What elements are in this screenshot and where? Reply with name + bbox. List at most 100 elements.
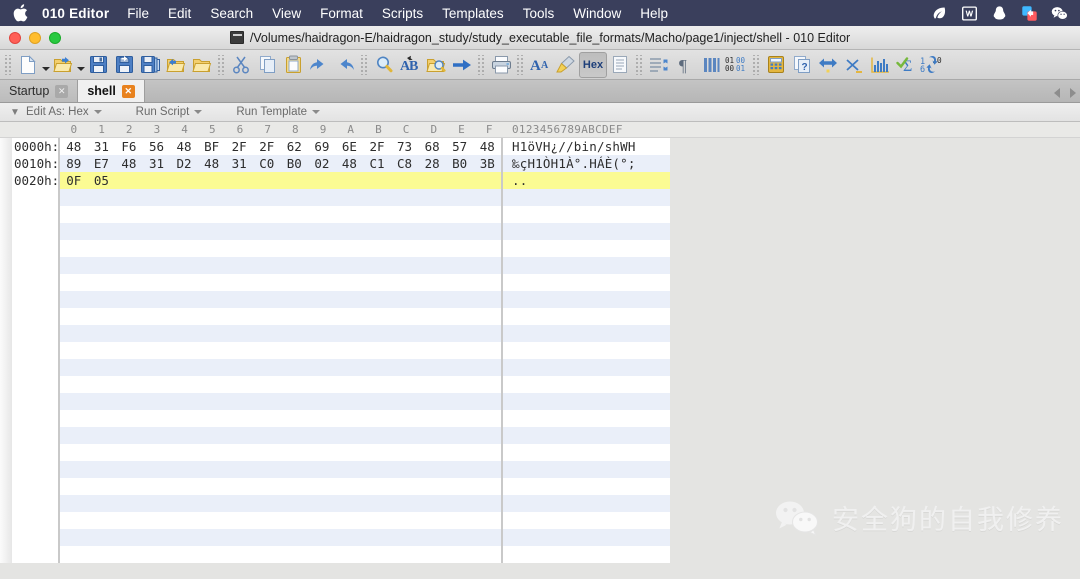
- hex-byte[interactable]: B0: [281, 155, 309, 172]
- menu-window[interactable]: Window: [573, 6, 621, 21]
- toolbar-grip-2[interactable]: [217, 54, 226, 75]
- hex-byte[interactable]: 2F: [253, 138, 281, 155]
- row-ascii[interactable]: [503, 223, 670, 240]
- row-hex-bytes[interactable]: [60, 189, 503, 206]
- menu-search[interactable]: Search: [210, 6, 253, 21]
- hex-byte[interactable]: C0: [253, 155, 281, 172]
- hex-byte[interactable]: 73: [391, 138, 419, 155]
- hex-row[interactable]: [0, 223, 1080, 240]
- hex-row[interactable]: [0, 512, 1080, 529]
- new-file-icon[interactable]: [15, 52, 41, 78]
- apple-logo-icon[interactable]: [12, 4, 28, 22]
- row-ascii[interactable]: [503, 240, 670, 257]
- row-hex-bytes[interactable]: [60, 223, 503, 240]
- font-icon[interactable]: AA: [527, 52, 553, 78]
- menu-templates[interactable]: Templates: [442, 6, 504, 21]
- hex-byte[interactable]: 28: [418, 155, 446, 172]
- hex-byte[interactable]: 31: [225, 155, 253, 172]
- row-ascii[interactable]: [503, 410, 670, 427]
- row-hex-bytes[interactable]: [60, 257, 503, 274]
- row-gutter[interactable]: [0, 172, 12, 189]
- row-hex-bytes[interactable]: [60, 291, 503, 308]
- open-file-dropdown-caret[interactable]: [76, 52, 85, 78]
- menu-tools[interactable]: Tools: [523, 6, 555, 21]
- wps-office-icon[interactable]: [961, 5, 978, 22]
- row-gutter[interactable]: [0, 189, 12, 206]
- row-gutter[interactable]: [0, 478, 12, 495]
- base-convert-icon[interactable]: 1 6 10: [919, 52, 945, 78]
- row-ascii[interactable]: [503, 495, 670, 512]
- save-as-icon[interactable]: [111, 52, 137, 78]
- hex-byte[interactable]: F6: [115, 138, 143, 155]
- script-check-icon[interactable]: Σ: [893, 52, 919, 78]
- collapse-toolbar-icon[interactable]: ▼: [4, 107, 26, 118]
- hex-row[interactable]: [0, 546, 1080, 563]
- row-gutter[interactable]: [0, 325, 12, 342]
- hex-byte[interactable]: 31: [143, 155, 171, 172]
- row-gutter[interactable]: [0, 274, 12, 291]
- hex-row[interactable]: [0, 427, 1080, 444]
- row-hex-bytes[interactable]: [60, 325, 503, 342]
- row-gutter[interactable]: [0, 138, 12, 155]
- paste-icon[interactable]: [280, 52, 306, 78]
- row-gutter[interactable]: [0, 461, 12, 478]
- tab-scroll-right-icon[interactable]: [1070, 88, 1076, 98]
- tab-shell[interactable]: shell ✕: [78, 80, 145, 102]
- menu-scripts[interactable]: Scripts: [382, 6, 423, 21]
- hex-byte[interactable]: C8: [391, 155, 419, 172]
- menu-help[interactable]: Help: [640, 6, 668, 21]
- columns-icon[interactable]: [698, 52, 724, 78]
- hex-byte[interactable]: 48: [198, 155, 226, 172]
- hex-row[interactable]: 0020h: 0F 05..: [0, 172, 1080, 189]
- hex-byte[interactable]: 62: [281, 138, 309, 155]
- hex-byte[interactable]: 48: [60, 138, 88, 155]
- hex-row[interactable]: 0000h: 48 31 F6 56 48 BF 2F 2F 62 69 6E 2F 73 68 57 48 H1…: [0, 138, 1080, 155]
- row-gutter[interactable]: [0, 427, 12, 444]
- hex-row[interactable]: [0, 376, 1080, 393]
- hex-row[interactable]: [0, 325, 1080, 342]
- row-ascii[interactable]: [503, 342, 670, 359]
- toolbar-grip-5[interactable]: [516, 54, 525, 75]
- leaf-icon[interactable]: [931, 5, 948, 22]
- line-wrap-icon[interactable]: [646, 52, 672, 78]
- row-hex-bytes[interactable]: [60, 342, 503, 359]
- row-gutter[interactable]: [0, 410, 12, 427]
- toolbar-grip-6[interactable]: [635, 54, 644, 75]
- row-ascii[interactable]: [503, 291, 670, 308]
- close-button[interactable]: [9, 31, 21, 44]
- hex-byte[interactable]: 56: [143, 138, 171, 155]
- hex-row[interactable]: [0, 478, 1080, 495]
- hex-row[interactable]: [0, 308, 1080, 325]
- row-hex-bytes[interactable]: [60, 444, 503, 461]
- row-ascii[interactable]: [503, 478, 670, 495]
- row-ascii[interactable]: [503, 206, 670, 223]
- row-hex-bytes[interactable]: [60, 529, 503, 546]
- row-hex-bytes[interactable]: [60, 308, 503, 325]
- row-hex-bytes[interactable]: [60, 393, 503, 410]
- hex-byte[interactable]: E7: [88, 155, 116, 172]
- checksum-icon[interactable]: [841, 52, 867, 78]
- close-tab-icon[interactable]: ✕: [55, 84, 69, 98]
- maximize-button[interactable]: [49, 31, 61, 44]
- row-gutter[interactable]: [0, 223, 12, 240]
- tab-startup[interactable]: Startup ✕: [0, 80, 79, 102]
- row-ascii[interactable]: [503, 393, 670, 410]
- hex-byte[interactable]: 57: [446, 138, 474, 155]
- hex-byte[interactable]: B0: [446, 155, 474, 172]
- cut-icon[interactable]: [228, 52, 254, 78]
- highlight-icon[interactable]: [553, 52, 579, 78]
- hex-byte[interactable]: C1: [363, 155, 391, 172]
- screen-switch-icon[interactable]: [1021, 5, 1038, 22]
- hex-byte[interactable]: 48: [170, 138, 198, 155]
- compare-icon[interactable]: [815, 52, 841, 78]
- hex-byte[interactable]: 68: [418, 138, 446, 155]
- hex-row[interactable]: [0, 274, 1080, 291]
- print-icon[interactable]: [488, 52, 514, 78]
- menu-file[interactable]: File: [127, 6, 149, 21]
- hex-byte[interactable]: 69: [308, 138, 336, 155]
- hex-byte[interactable]: D2: [170, 155, 198, 172]
- hex-byte[interactable]: 0F: [60, 172, 88, 189]
- redo-icon[interactable]: [332, 52, 358, 78]
- toolbar-grip-3[interactable]: [360, 54, 369, 75]
- hex-row[interactable]: [0, 240, 1080, 257]
